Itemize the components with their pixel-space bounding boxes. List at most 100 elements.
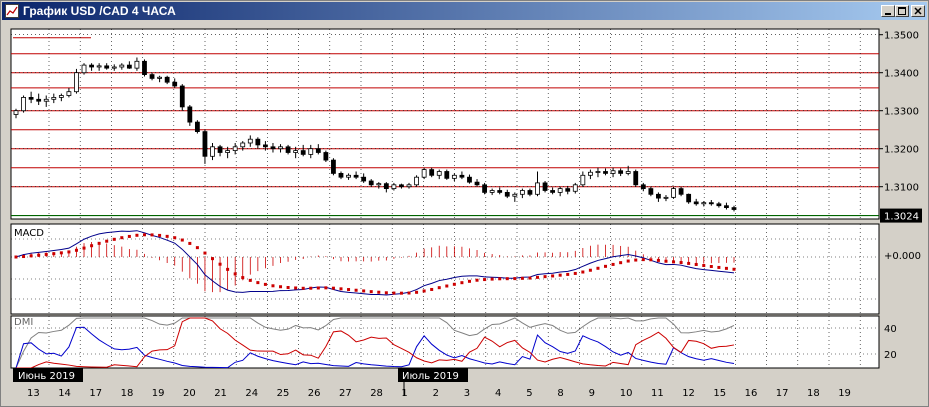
candle-body [557,188,563,193]
close-button[interactable] [911,5,925,17]
macd-label: MACD [14,228,44,239]
candle-body [240,142,246,148]
signal-dot [82,246,86,250]
candle-body [28,97,34,100]
candle-body [618,170,624,174]
signal-dot [44,252,48,256]
candle-body [648,188,654,195]
signal-dot [656,258,660,262]
signal-dot [588,268,592,272]
maximize-button[interactable] [895,5,909,17]
signal-dot [14,255,18,259]
day-label: 19 [152,388,165,399]
candle-body [376,183,382,186]
candle-body [399,184,404,188]
price-panel[interactable] [10,28,880,220]
window-title: График USD /CAD 4 ЧАСА [23,4,176,18]
candle-body [678,188,684,195]
candle-body [149,74,155,79]
candle-body [708,202,714,205]
signal-dot [535,275,539,279]
signal-dot [520,276,524,280]
candle-body [66,91,72,96]
chart-area[interactable]: 1.3500 1.3400 1.3300 1.3200 1.3100 1.3024 MA… [6,24,924,406]
signal-dot [528,276,532,280]
signal-dot [415,290,419,294]
signal-dot [672,260,676,264]
candle-body [451,174,457,179]
candle-body [81,64,87,74]
candle-body [300,150,306,155]
candle-body [542,182,548,191]
candle [179,84,185,111]
candle-body [603,171,608,174]
signal-dot [309,286,313,290]
day-label: 21 [214,388,227,399]
signal-dot [203,251,207,255]
signal-dot [59,251,63,255]
day-label: 3 [464,388,470,399]
candle-body [489,190,495,193]
signal-dot [724,266,728,270]
signal-dot [150,233,154,237]
signal-dot [301,286,305,290]
candle-body [565,188,571,192]
day-label: 14 [58,388,71,399]
candle-body [232,146,238,152]
candle-body [519,190,525,195]
candle-body [58,95,64,98]
signal-dot [626,259,630,263]
signal-dot [248,278,252,282]
candle-body [51,97,57,100]
signal-dot [634,258,638,262]
candle [686,193,692,204]
candle-body [595,171,601,173]
candle-body [429,169,435,176]
candle [444,169,450,180]
macd-zero-label: +0.000 [884,251,921,262]
candle-body [535,182,540,195]
minimize-button[interactable] [881,5,895,17]
candle-body [285,146,291,153]
signal-dot [619,261,623,265]
candle-body [527,190,533,195]
signal-dot [687,261,691,265]
day-label: 20 [183,388,196,399]
candle-body [126,64,132,69]
price-label: 1.3400 [884,69,919,80]
signal-dot [37,253,41,257]
candle-body [663,196,669,199]
candle-body [633,171,639,186]
day-label: 27 [339,388,352,399]
price-axis: 1.3500 1.3400 1.3300 1.3200 1.3100 [879,31,919,194]
candle-body [656,193,661,199]
signal-dot [97,241,101,245]
candle-body [391,184,397,190]
candle [633,169,639,187]
candle-body [104,65,110,69]
signal-dot [22,255,26,259]
candle-body [74,72,79,93]
day-label: 24 [245,388,258,399]
day-label: 25 [277,388,290,399]
candle-body [701,202,707,205]
signal-dot [271,284,275,288]
signal-dot [324,286,328,290]
candle-body [346,174,351,178]
day-label: 8 [557,388,563,399]
candle-body [368,180,374,186]
signal-dot [483,278,487,282]
day-label: 17 [776,388,789,399]
candle-body [210,146,215,157]
candle-body [315,148,321,153]
day-label: 19 [838,388,851,399]
day-label: 11 [651,388,664,399]
candle-body [96,65,102,68]
signal-dot [316,286,320,290]
candle-body [693,201,699,205]
candle-body [467,176,472,183]
signal-dot [135,233,139,237]
title-bar[interactable]: График USD /CAD 4 ЧАСА [2,2,927,20]
macd-panel[interactable] [10,223,880,315]
candle-body [474,181,480,186]
